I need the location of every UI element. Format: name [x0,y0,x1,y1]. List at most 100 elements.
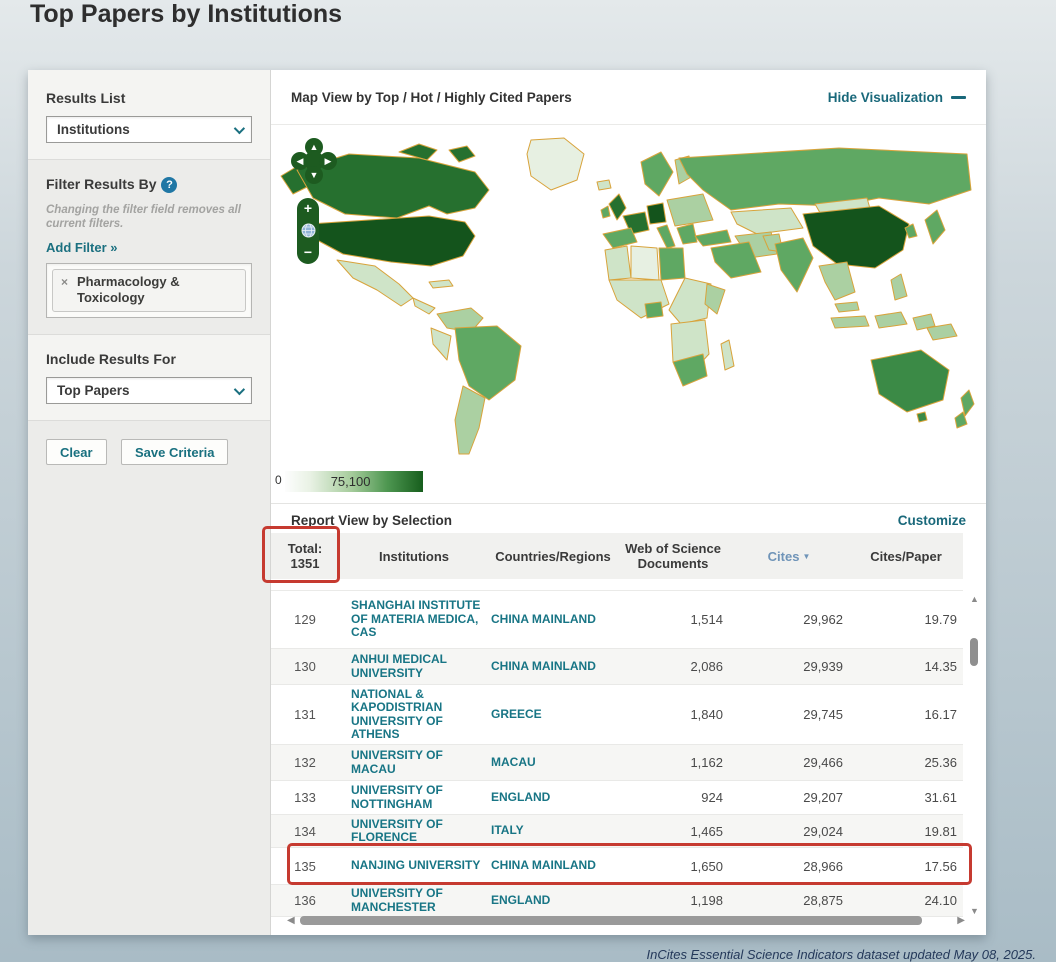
country-link[interactable]: ITALY [489,824,617,838]
help-icon[interactable]: ? [161,177,178,193]
filter-heading: Filter Results By [46,176,157,192]
rank-cell: 136 [294,893,316,908]
vertical-scroll-thumb[interactable] [970,638,978,666]
cites-cell: 29,962 [803,612,843,627]
sidebar: Results List Institutions Filter Results… [28,70,271,935]
table-row[interactable]: 135 NANJING UNIVERSITY CHINA MAINLAND 1,650… [271,848,963,885]
map-title: Map View by Top / Hot / Highly Cited Pap… [291,89,572,105]
sidebar-actions: Clear Save Criteria [28,421,270,481]
country-link[interactable]: GREECE [489,707,617,722]
rank-cell: 135 [294,858,316,874]
include-results-value: Top Papers [57,383,130,398]
country-link[interactable]: MACAU [489,755,617,770]
map-legend: 0 75,100 [275,471,423,492]
save-criteria-button[interactable]: Save Criteria [120,439,229,465]
dataset-update-note: InCites Essential Science Indicators dat… [646,947,1036,962]
horizontal-scrollbar: ◀ ▶ [287,914,965,927]
column-cites-per-paper[interactable]: Cites/Paper [849,549,963,564]
column-countries[interactable]: Countries/Regions [489,549,617,564]
cites-per-paper-cell: 25.36 [924,755,957,770]
table-row[interactable]: 133 UNIVERSITY OF NOTTINGHAM ENGLAND 924 29,… [271,781,963,815]
scroll-left-icon[interactable]: ◀ [287,914,295,927]
cites-per-paper-cell: 19.81 [924,823,957,839]
cites-per-paper-cell: 14.35 [924,659,957,674]
page: Top Papers by Institutions Results List … [0,0,1056,962]
table-row[interactable]: 131 NATIONAL & KAPODISTRIAN UNIVERSITY OF… [271,685,963,745]
column-cites[interactable]: Cites ▼ [729,549,849,564]
table-row[interactable]: 129 SHANGHAI INSTITUTE OF MATERIA MEDICA,… [271,591,963,649]
include-results-section: Include Results For Top Papers [28,335,270,421]
page-title: Top Papers by Institutions [30,0,343,28]
report-title: Report View by Selection [291,513,453,528]
institution-link[interactable]: SHANGHAI INSTITUTE OF MATERIA MEDICA, CA… [339,599,489,640]
map-zoom-control: + − [297,198,319,264]
globe-icon[interactable] [301,223,316,238]
country-link[interactable]: CHINA MAINLAND [489,659,617,674]
content-card: Results List Institutions Filter Results… [28,70,986,935]
chevron-down-icon [233,122,246,134]
table-header: Total: 1351 Institutions Countries/Regio… [271,533,963,579]
cites-per-paper-cell: 24.10 [924,893,957,908]
wos-documents-cell: 2,086 [690,659,723,674]
filter-section: Filter Results By? Changing the filter f… [28,160,270,335]
rank-cell: 129 [294,612,316,627]
clear-button[interactable]: Clear [46,439,107,465]
results-list-dropdown[interactable]: Institutions [46,116,252,143]
cites-cell: 28,966 [803,858,843,874]
wos-documents-cell: 1,514 [690,612,723,627]
cites-per-paper-cell: 31.61 [924,790,957,805]
institution-link[interactable]: NANJING UNIVERSITY [339,859,489,873]
institution-link[interactable]: UNIVERSITY OF FLORENCE [339,817,489,845]
cites-cell: 28,875 [803,893,843,908]
country-link[interactable]: ENGLAND [489,790,617,805]
filter-heading-row: Filter Results By? [46,176,252,193]
institution-link[interactable]: UNIVERSITY OF MANCHESTER [339,886,489,914]
wos-documents-cell: 1,162 [690,755,723,770]
filter-note: Changing the filter field removes all cu… [46,204,241,230]
map-view: ▲ ◀ ▶ ▼ + − 0 75,100 [271,126,986,502]
column-institutions[interactable]: Institutions [339,549,489,564]
zoom-out-icon[interactable]: − [304,245,312,259]
institution-link[interactable]: ANHUI MEDICAL UNIVERSITY [339,652,489,680]
institution-link[interactable]: UNIVERSITY OF MACAU [339,748,489,776]
country-link[interactable]: CHINA MAINLAND [489,859,617,873]
pan-right-icon[interactable]: ▶ [319,152,337,170]
country-link[interactable]: CHINA MAINLAND [489,612,617,627]
legend-min-label: 0 [275,473,282,487]
vertical-scrollbar: ▲ ▼ [968,594,981,916]
rank-cell: 133 [294,790,316,805]
cites-per-paper-cell: 17.56 [924,858,957,874]
scroll-up-icon[interactable]: ▲ [968,594,981,604]
world-map[interactable] [279,132,979,464]
hide-visualization-link[interactable]: Hide Visualization [828,90,966,105]
zoom-in-icon[interactable]: + [304,201,312,215]
filter-chip-label: Pharmacology & Toxicology [77,274,180,305]
table-row[interactable]: 134 UNIVERSITY OF FLORENCE ITALY 1,465 29,02… [271,815,963,848]
table-row[interactable]: 132 UNIVERSITY OF MACAU MACAU 1,162 29,466 25… [271,745,963,781]
table-row[interactable]: 136 UNIVERSITY OF MANCHESTER ENGLAND 1,198 2… [271,885,963,917]
scroll-right-icon[interactable]: ▶ [957,914,965,927]
cites-per-paper-cell: 19.79 [924,612,957,627]
map-header: Map View by Top / Hot / Highly Cited Pap… [271,70,986,125]
cites-per-paper-cell: 16.17 [924,707,957,722]
filter-chip[interactable]: × Pharmacology & Toxicology [52,269,246,312]
rank-cell: 132 [294,755,316,770]
legend-max-label: 75,100 [330,474,371,489]
rank-cell: 130 [294,659,316,674]
column-wos-documents[interactable]: Web of Science Documents [617,541,729,571]
sort-desc-icon: ▼ [802,551,811,561]
table-row[interactable]: 130 ANHUI MEDICAL UNIVERSITY CHINA MAINLAN… [271,649,963,685]
results-list-section: Results List Institutions [28,70,270,160]
horizontal-scroll-thumb[interactable] [300,916,922,925]
pan-down-icon[interactable]: ▼ [305,166,323,184]
include-results-dropdown[interactable]: Top Papers [46,377,252,404]
institution-link[interactable]: UNIVERSITY OF NOTTINGHAM [339,783,489,811]
cites-cell: 29,466 [803,755,843,770]
country-link[interactable]: ENGLAND [489,893,617,908]
add-filter-link[interactable]: Add Filter » [46,240,118,255]
wos-documents-cell: 1,465 [690,823,723,839]
remove-icon[interactable]: × [61,274,68,290]
customize-link[interactable]: Customize [898,513,966,528]
scroll-down-icon[interactable]: ▼ [968,906,981,916]
institution-link[interactable]: NATIONAL & KAPODISTRIAN UNIVERSITY OF AT… [339,687,489,742]
